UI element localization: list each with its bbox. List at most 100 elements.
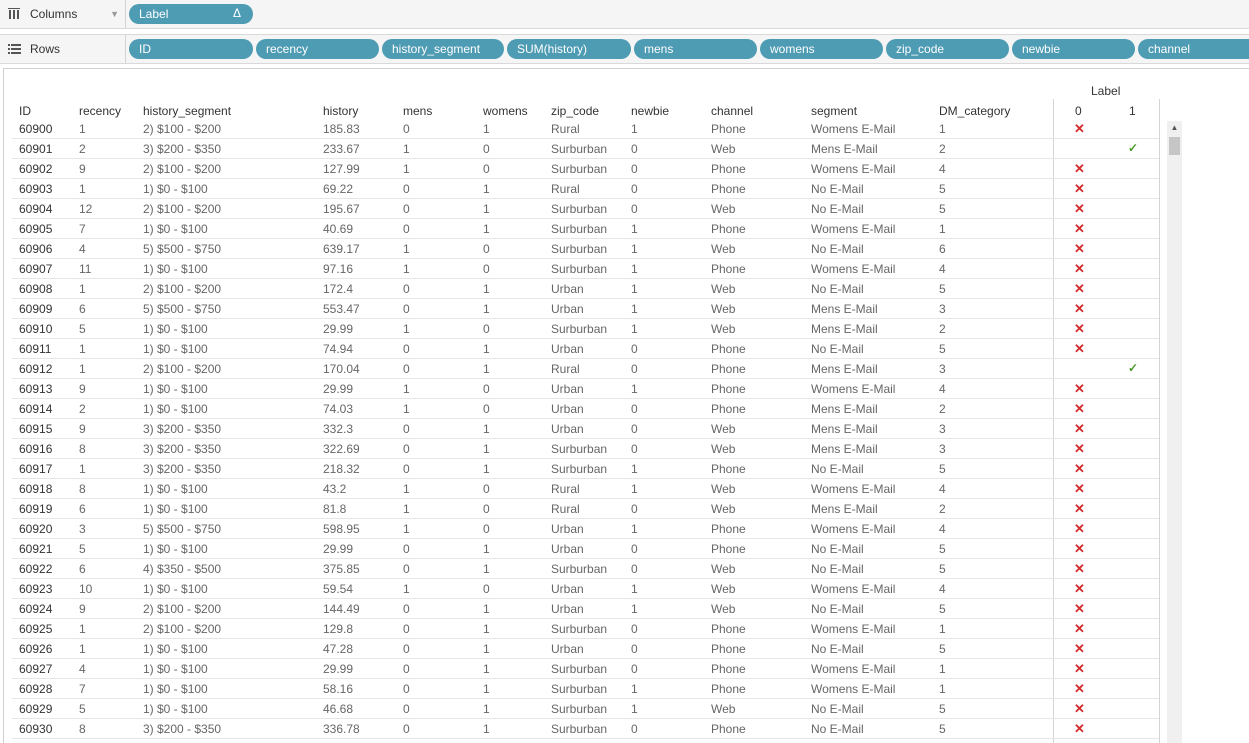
x-mark-icon[interactable]: ✕: [1074, 401, 1085, 417]
cell-channel: Phone: [711, 642, 746, 656]
table-row[interactable]: 60926 1 1) $0 - $100 47.28 0 1 Urban 0 Phone No E…: [12, 639, 1159, 659]
pill-label[interactable]: Label Δ: [129, 4, 253, 24]
x-mark-icon[interactable]: ✕: [1074, 281, 1085, 297]
table-row[interactable]: 60919 6 1) $0 - $100 81.8 1 0 Rural 0 Web Mens E-…: [12, 499, 1159, 519]
header-zip-code[interactable]: zip_code: [551, 104, 599, 118]
x-mark-icon[interactable]: ✕: [1074, 461, 1085, 477]
x-mark-icon[interactable]: ✕: [1074, 261, 1085, 277]
check-mark-icon[interactable]: ✓: [1128, 141, 1138, 155]
table-row[interactable]: 60928 7 1) $0 - $100 58.16 0 1 Surburban 1 Phone…: [12, 679, 1159, 699]
x-mark-icon[interactable]: ✕: [1074, 661, 1085, 677]
header-channel[interactable]: channel: [711, 104, 753, 118]
header-mens[interactable]: mens: [403, 104, 432, 118]
table-row[interactable]: 60910 5 1) $0 - $100 29.99 1 0 Surburban 1 Web Me…: [12, 319, 1159, 339]
table-row[interactable]: 60923 10 1) $0 - $100 59.54 1 0 Urban 1 Web Women…: [12, 579, 1159, 599]
x-mark-icon[interactable]: ✕: [1074, 381, 1085, 397]
label-value-1[interactable]: 1: [1129, 104, 1136, 118]
pill-sum-history[interactable]: SUM(history): [507, 39, 631, 59]
scroll-up-icon[interactable]: ▲: [1167, 121, 1182, 135]
x-mark-icon[interactable]: ✕: [1074, 681, 1085, 697]
table-row[interactable]: 60913 9 1) $0 - $100 29.99 1 0 Urban 1 Phone Wome…: [12, 379, 1159, 399]
table-row[interactable]: 60912 1 2) $100 - $200 170.04 0 1 Rural 0 Phone M…: [12, 359, 1159, 379]
cell-newbie: 1: [631, 522, 638, 536]
pill-zip-code[interactable]: zip_code: [886, 39, 1009, 59]
header-history-segment[interactable]: history_segment: [143, 104, 231, 118]
x-mark-icon[interactable]: ✕: [1074, 201, 1085, 217]
pill-womens[interactable]: womens: [760, 39, 883, 59]
rows-shelf-label[interactable]: Rows: [0, 35, 126, 63]
header-dm-category[interactable]: DM_category: [939, 104, 1010, 118]
header-history[interactable]: history: [323, 104, 358, 118]
table-row[interactable]: 60907 11 1) $0 - $100 97.16 1 0 Surburban 1 Phon…: [12, 259, 1159, 279]
pill-id[interactable]: ID: [129, 39, 253, 59]
cell-mens: 0: [403, 302, 410, 316]
x-mark-icon[interactable]: ✕: [1074, 641, 1085, 657]
table-row[interactable]: 60903 1 1) $0 - $100 69.22 0 1 Rural 0 Phone No E…: [12, 179, 1159, 199]
cell-womens: 1: [483, 302, 490, 316]
table-row[interactable]: 60909 6 5) $500 - $750 553.47 0 1 Urban 1 Web Men…: [12, 299, 1159, 319]
pill-history-segment[interactable]: history_segment: [382, 39, 504, 59]
table-row[interactable]: 60927 4 1) $0 - $100 29.99 0 1 Surburban 0 Phone…: [12, 659, 1159, 679]
x-mark-icon[interactable]: ✕: [1074, 541, 1085, 557]
x-mark-icon[interactable]: ✕: [1074, 441, 1085, 457]
x-mark-icon[interactable]: ✕: [1074, 161, 1085, 177]
cell-womens: 1: [483, 602, 490, 616]
header-womens[interactable]: womens: [483, 104, 528, 118]
check-mark-icon[interactable]: ✓: [1128, 361, 1138, 375]
x-mark-icon[interactable]: ✕: [1074, 521, 1085, 537]
x-mark-icon[interactable]: ✕: [1074, 341, 1085, 357]
x-mark-icon[interactable]: ✕: [1074, 581, 1085, 597]
pill-newbie[interactable]: newbie: [1012, 39, 1135, 59]
x-mark-icon[interactable]: ✕: [1074, 241, 1085, 257]
table-row[interactable]: 60918 8 1) $0 - $100 43.2 1 0 Rural 1 Web Womens …: [12, 479, 1159, 499]
table-row[interactable]: 60922 6 4) $350 - $500 375.85 0 1 Surburban 0 We…: [12, 559, 1159, 579]
table-row[interactable]: 60916 8 3) $200 - $350 322.69 0 1 Surburban 0 We…: [12, 439, 1159, 459]
label-value-0[interactable]: 0: [1075, 104, 1082, 118]
cell-id: 60908: [19, 282, 53, 296]
columns-shelf-label[interactable]: Columns ▼: [0, 0, 126, 28]
table-row[interactable]: 60906 4 5) $500 - $750 639.17 1 0 Surburban 1 We…: [12, 239, 1159, 259]
x-mark-icon[interactable]: ✕: [1074, 321, 1085, 337]
header-segment[interactable]: segment: [811, 104, 857, 118]
x-mark-icon[interactable]: ✕: [1074, 221, 1085, 237]
x-mark-icon[interactable]: ✕: [1074, 301, 1085, 317]
table-row[interactable]: 60901 2 3) $200 - $350 233.67 1 0 Surburban 0 We…: [12, 139, 1159, 159]
pill-recency[interactable]: recency: [256, 39, 379, 59]
pill-channel[interactable]: channel: [1138, 39, 1249, 59]
table-row[interactable]: 60911 1 1) $0 - $100 74.94 0 1 Urban 0 Phone No E…: [12, 339, 1159, 359]
x-mark-icon[interactable]: ✕: [1074, 601, 1085, 617]
x-mark-icon[interactable]: ✕: [1074, 501, 1085, 517]
vertical-scrollbar[interactable]: ▲: [1167, 121, 1182, 743]
chevron-down-icon[interactable]: ▼: [110, 9, 119, 19]
x-mark-icon[interactable]: ✕: [1074, 121, 1085, 137]
table-row[interactable]: 60900 1 2) $100 - $200 185.83 0 1 Rural 1 Phone W…: [12, 119, 1159, 139]
table-row[interactable]: 60925 1 2) $100 - $200 129.8 0 1 Surburban 0 Pho…: [12, 619, 1159, 639]
table-row[interactable]: 60915 9 3) $200 - $350 332.3 0 1 Urban 0 Web Mens…: [12, 419, 1159, 439]
cell-newbie: 0: [631, 362, 638, 376]
pill-mens[interactable]: mens: [634, 39, 757, 59]
table-row[interactable]: 60902 9 2) $100 - $200 127.99 1 0 Surburban 0 Ph…: [12, 159, 1159, 179]
x-mark-icon[interactable]: ✕: [1074, 721, 1085, 737]
scrollbar-thumb[interactable]: [1169, 137, 1180, 155]
table-row[interactable]: 60929 5 1) $0 - $100 46.68 0 1 Surburban 1 Web No…: [12, 699, 1159, 719]
x-mark-icon[interactable]: ✕: [1074, 701, 1085, 717]
header-id[interactable]: ID: [19, 104, 31, 118]
header-newbie[interactable]: newbie: [631, 104, 669, 118]
table-row[interactable]: 60904 12 2) $100 - $200 195.67 0 1 Surburban 0 W…: [12, 199, 1159, 219]
table-row[interactable]: 60930 8 3) $200 - $350 336.78 0 1 Surburban 0 Ph…: [12, 719, 1159, 739]
table-row[interactable]: 60908 1 2) $100 - $200 172.4 0 1 Urban 1 Web No E…: [12, 279, 1159, 299]
x-mark-icon[interactable]: ✕: [1074, 621, 1085, 637]
cell-womens: 0: [483, 262, 490, 276]
table-row[interactable]: 60914 2 1) $0 - $100 74.03 1 0 Urban 0 Phone Mens…: [12, 399, 1159, 419]
header-recency[interactable]: recency: [79, 104, 121, 118]
table-row[interactable]: 60920 3 5) $500 - $750 598.95 1 0 Urban 1 Phone W…: [12, 519, 1159, 539]
x-mark-icon[interactable]: ✕: [1074, 421, 1085, 437]
table-row[interactable]: 60921 5 1) $0 - $100 29.99 0 1 Urban 0 Phone No E…: [12, 539, 1159, 559]
cell-dm-category: 4: [939, 162, 946, 176]
x-mark-icon[interactable]: ✕: [1074, 181, 1085, 197]
table-row[interactable]: 60924 9 2) $100 - $200 144.49 0 1 Urban 1 Web No …: [12, 599, 1159, 619]
x-mark-icon[interactable]: ✕: [1074, 561, 1085, 577]
table-row[interactable]: 60917 1 3) $200 - $350 218.32 0 1 Surburban 1 Ph…: [12, 459, 1159, 479]
table-row[interactable]: 60905 7 1) $0 - $100 40.69 0 1 Surburban 1 Phone…: [12, 219, 1159, 239]
x-mark-icon[interactable]: ✕: [1074, 481, 1085, 497]
